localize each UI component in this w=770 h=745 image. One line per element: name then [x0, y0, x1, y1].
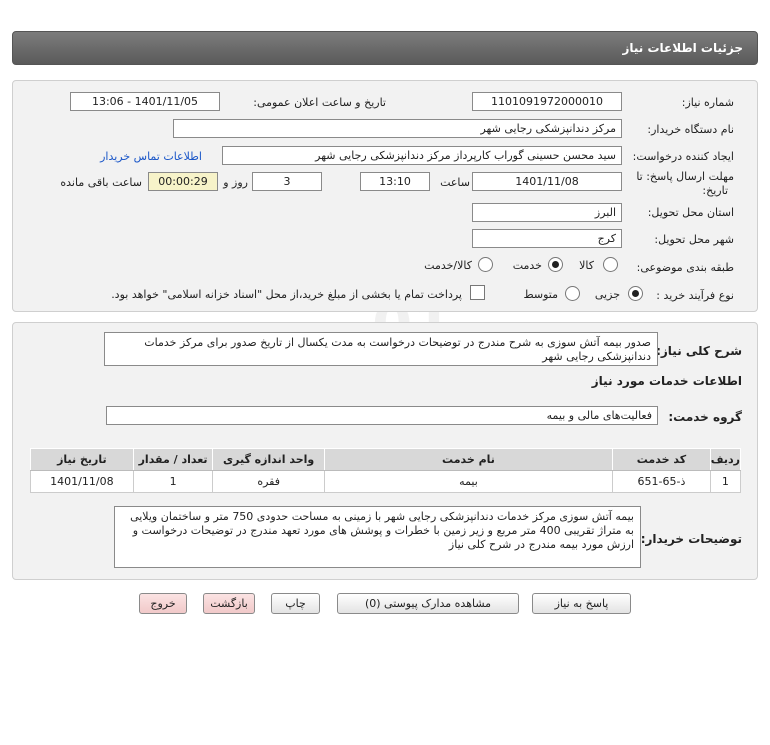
requester-field: سید محسن حسینی گوراب کارپرداز مرکز دندان…: [222, 146, 622, 165]
services-table: ردیف کد خدمت نام خدمت واحد اندازه گیری ت…: [30, 448, 742, 493]
buyer-notes-label: توضیحات خریدار:: [640, 532, 742, 546]
category-label: طبقه بندی موضوعی:: [636, 261, 734, 274]
buyer-org-field: مرکز دندانپزشکی رجایی شهر: [173, 119, 622, 138]
need-number-field: 1101091972000010: [472, 92, 622, 111]
buyer-org-label: نام دستگاه خریدار:: [647, 123, 734, 136]
exit-button[interactable]: خروج: [139, 593, 187, 614]
col-unit: واحد اندازه گیری: [212, 448, 325, 471]
contact-buyer-link[interactable]: اطلاعات تماس خریدار: [100, 150, 202, 163]
announce-field: 1401/11/05 - 13:06: [70, 92, 220, 111]
deadline-time-field: 13:10: [360, 172, 430, 191]
category-radio-goods[interactable]: [603, 257, 618, 272]
payment-note: پرداخت تمام یا بخشی از مبلغ خرید،از محل …: [111, 288, 462, 301]
city-field: کرج: [472, 229, 622, 248]
deadline-label-date: تاریخ:: [702, 184, 728, 197]
attachments-button[interactable]: مشاهده مدارک پیوستی (0): [337, 593, 519, 614]
process-option-medium: متوسط: [523, 288, 558, 301]
days-label: روز و: [223, 176, 248, 189]
remaining-label: ساعت باقی مانده: [60, 176, 142, 189]
summary-label: شرح کلی نیاز:: [656, 344, 742, 358]
print-button[interactable]: چاپ: [271, 593, 320, 614]
deadline-date-field: 1401/11/08: [472, 172, 622, 191]
summary-text: صدور بیمه آتش سوزی به شرح مندرج در توضیح…: [104, 332, 658, 366]
reply-button[interactable]: پاسخ به نیاز: [532, 593, 631, 614]
service-group-label: گروه خدمت:: [668, 410, 742, 424]
category-radio-goods-service[interactable]: [478, 257, 493, 272]
col-row: ردیف: [709, 448, 742, 471]
treasury-checkbox[interactable]: [470, 285, 485, 300]
province-label: استان محل تحویل:: [647, 206, 734, 219]
service-group-field: فعالیت‌های مالی و بیمه: [106, 406, 658, 425]
city-label: شهر محل تحویل:: [654, 233, 734, 246]
category-option-goods: کالا: [579, 259, 594, 272]
table-row: 1 ذ-65-651 بیمه فقره 1 1401/11/08: [30, 470, 742, 493]
remaining-time-field: 00:00:29: [148, 172, 218, 191]
announce-label: تاریخ و ساعت اعلان عمومی:: [253, 96, 386, 109]
time-label: ساعت: [440, 176, 470, 189]
requester-label: ایجاد کننده درخواست:: [632, 150, 734, 163]
category-option-goods-service: کالا/خدمت: [424, 259, 472, 272]
buyer-notes-text: بیمه آتش سوزی مرکز خدمات دندانپزشکی رجای…: [114, 506, 641, 568]
col-need-date: تاریخ نیاز: [30, 448, 134, 471]
process-label: نوع فرآیند خرید :: [656, 289, 734, 302]
cell-service-name: بیمه: [323, 470, 614, 493]
table-header-row: ردیف کد خدمت نام خدمت واحد اندازه گیری ت…: [30, 448, 742, 471]
need-number-label: شماره نیاز:: [681, 96, 734, 109]
category-radio-service[interactable]: [548, 257, 563, 272]
col-quantity: تعداد / مقدار: [132, 448, 214, 471]
category-option-service: خدمت: [512, 259, 542, 272]
need-info-panel: [12, 80, 758, 312]
col-service-code: کد خدمت: [612, 448, 711, 471]
province-field: البرز: [472, 203, 622, 222]
cell-row: 1: [709, 470, 742, 493]
cell-unit: فقره: [212, 470, 325, 493]
cell-quantity: 1: [132, 470, 214, 493]
services-heading: اطلاعات خدمات مورد نیاز: [591, 374, 742, 388]
deadline-label: مهلت ارسال پاسخ: تا: [636, 170, 734, 183]
process-option-minor: جزیی: [594, 288, 620, 301]
cell-service-code: ذ-65-651: [612, 470, 711, 493]
page-title: جزئیات اطلاعات نیاز: [12, 31, 758, 65]
col-service-name: نام خدمت: [323, 448, 614, 471]
process-radio-medium[interactable]: [565, 286, 580, 301]
days-field: 3: [252, 172, 322, 191]
cell-need-date: 1401/11/08: [30, 470, 134, 493]
back-button[interactable]: بازگشت: [203, 593, 255, 614]
process-radio-minor[interactable]: [628, 286, 643, 301]
